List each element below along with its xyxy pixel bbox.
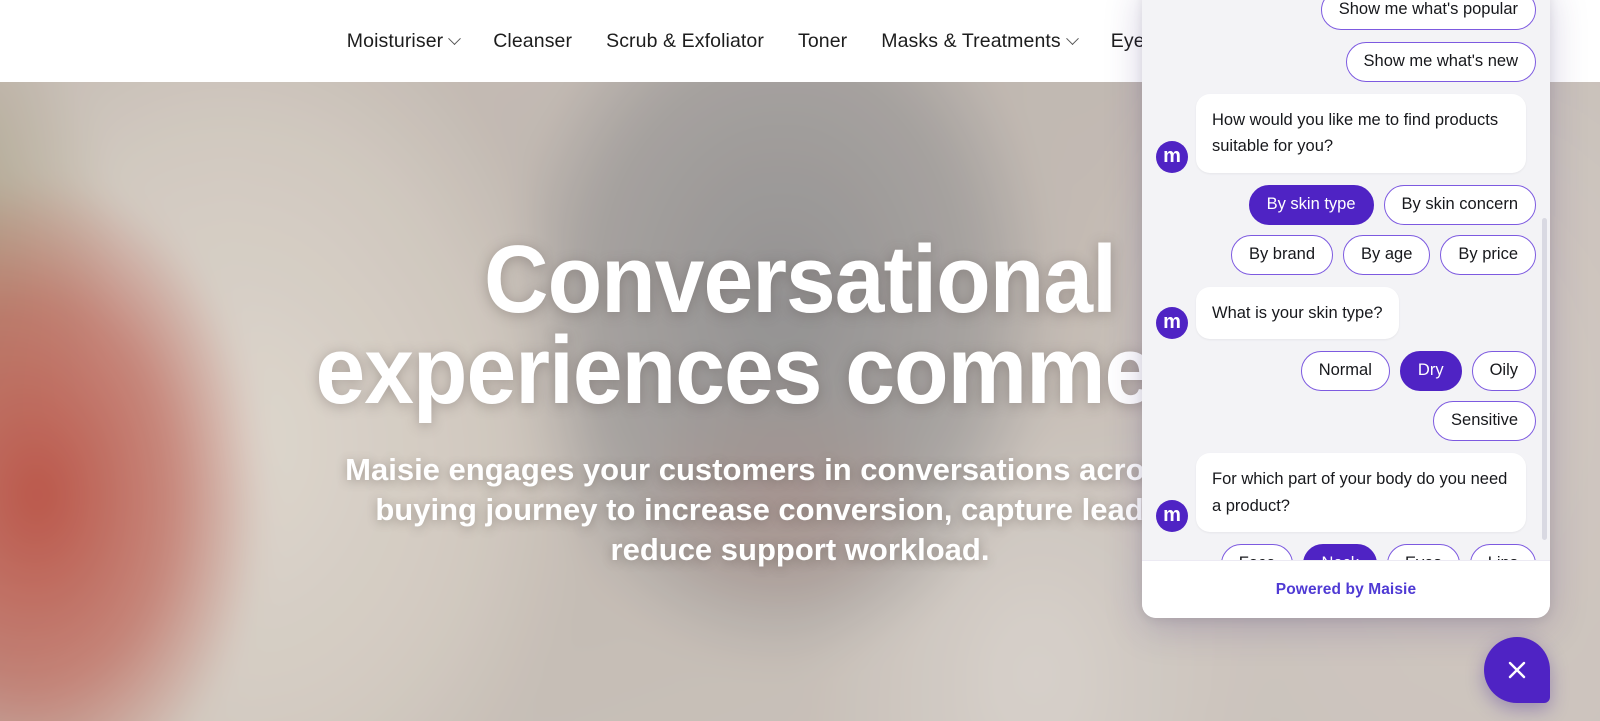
nav-item-scrub-exfoliator[interactable]: Scrub & Exfoliator <box>606 30 764 53</box>
quick-reply-chip[interactable]: Oily <box>1471 351 1536 392</box>
quick-reply-chip[interactable]: By skin concern <box>1383 185 1536 225</box>
nav-item-label: Moisturiser <box>346 29 444 52</box>
close-icon <box>1502 655 1532 685</box>
quick-reply-chip[interactable]: Lips <box>1469 544 1536 560</box>
quick-reply-chip[interactable]: By price <box>1440 234 1536 275</box>
chevron-down-icon <box>448 31 462 45</box>
bot-message-row: m What is your skin type? <box>1156 286 1536 340</box>
chevron-down-icon <box>1065 31 1079 45</box>
maisie-chat-widget: Show me what's popular Show me what's new… <box>1142 0 1550 618</box>
bot-message-row: m For which part of your body do you need… <box>1156 452 1536 533</box>
quick-reply-chip[interactable]: By age <box>1343 234 1431 275</box>
user-message-row: Show me what's new <box>1156 41 1536 82</box>
quick-reply-chip-selected[interactable]: Neck <box>1303 544 1378 560</box>
chat-close-button[interactable] <box>1484 637 1550 703</box>
user-message-row: Show me what's popular <box>1156 0 1536 30</box>
quick-reply-chip-group: Normal Dry Oily Sensitive <box>1156 351 1536 441</box>
quick-reply-chip[interactable]: Face <box>1220 544 1294 560</box>
maisie-avatar: m <box>1156 307 1188 340</box>
quick-reply-chip-group: Face Neck Eyes Lips <box>1156 544 1536 560</box>
quick-reply-chip[interactable]: Sensitive <box>1433 401 1536 441</box>
quick-reply-chip-group: By skin type By skin concern By brand By ag… <box>1156 185 1536 275</box>
quick-reply-chip-selected[interactable]: Dry <box>1399 351 1462 392</box>
nav-item-cleanser[interactable]: Cleanser <box>493 30 572 53</box>
bot-message-bubble: What is your skin type? <box>1196 286 1399 340</box>
widget-footer: Powered by Maisie <box>1142 560 1550 618</box>
nav-item-moisturiser[interactable]: Moisturiser <box>346 29 462 53</box>
bot-message-row: m How would you like me to find products … <box>1156 93 1536 174</box>
chat-message-list[interactable]: Show me what's popular Show me what's new… <box>1142 0 1550 560</box>
quick-reply-chip[interactable]: Show me what's popular <box>1320 0 1536 30</box>
quick-reply-chip-selected[interactable]: By skin type <box>1248 185 1374 225</box>
quick-reply-chip[interactable]: Normal <box>1300 351 1390 392</box>
bot-message-bubble: How would you like me to find products s… <box>1196 93 1526 174</box>
nav-item-label: Toner <box>797 29 848 52</box>
powered-by-maisie-link[interactable]: Powered by Maisie <box>1276 581 1416 599</box>
quick-reply-chip[interactable]: Show me what's new <box>1345 41 1536 82</box>
hero-subtitle: Maisie engages your customers in convers… <box>345 452 1255 567</box>
quick-reply-chip[interactable]: Eyes <box>1387 544 1460 560</box>
nav-item-label: Scrub & Exfoliator <box>606 29 764 52</box>
page-root: Moisturiser Cleanser Scrub & Exfoliator Ton… <box>0 0 1600 721</box>
bot-message-bubble: For which part of your body do you need … <box>1196 452 1526 533</box>
nav-item-label: Masks & Treatments <box>881 29 1061 52</box>
chat-scrollbar[interactable] <box>1542 218 1547 540</box>
maisie-avatar: m <box>1156 141 1188 174</box>
nav-item-toner[interactable]: Toner <box>798 30 847 53</box>
nav-item-masks-treatments[interactable]: Masks & Treatments <box>881 29 1079 53</box>
maisie-avatar: m <box>1156 500 1188 533</box>
quick-reply-chip[interactable]: By brand <box>1230 234 1334 275</box>
nav-item-label: Cleanser <box>493 29 573 52</box>
